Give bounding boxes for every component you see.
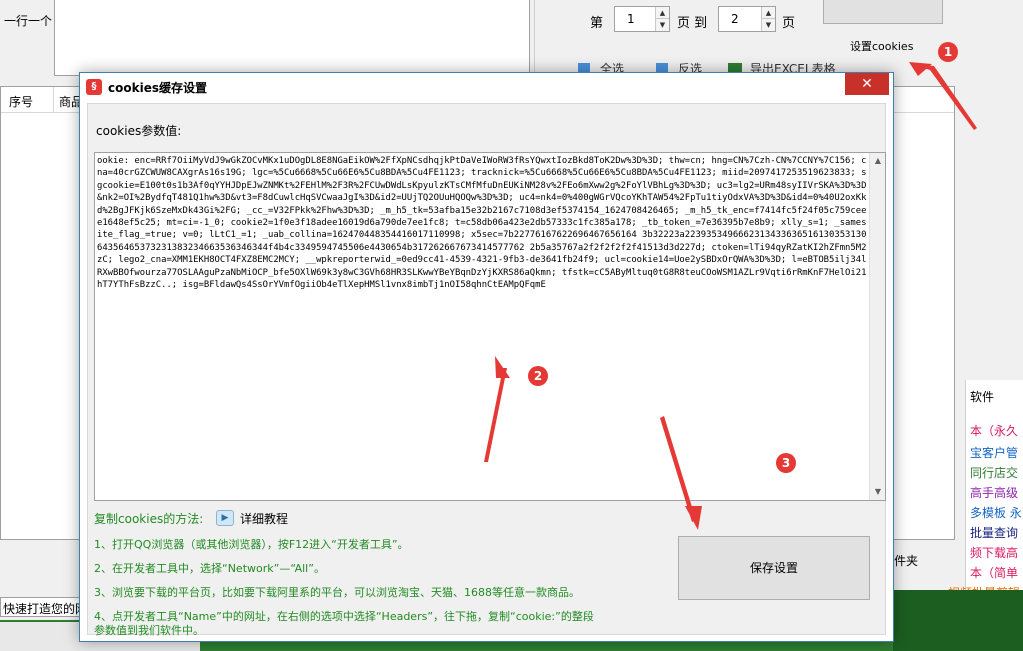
annotation-overlay — [0, 0, 1023, 651]
annotation-badge: 3 — [776, 453, 796, 473]
arrow-2-head-icon — [495, 356, 510, 378]
arrow-3-head-icon — [685, 506, 702, 530]
annotation-badge: 2 — [528, 366, 548, 386]
annotation-badge: 1 — [938, 42, 958, 62]
arrow-2-icon — [484, 368, 507, 462]
arrow-1-icon — [912, 64, 977, 130]
